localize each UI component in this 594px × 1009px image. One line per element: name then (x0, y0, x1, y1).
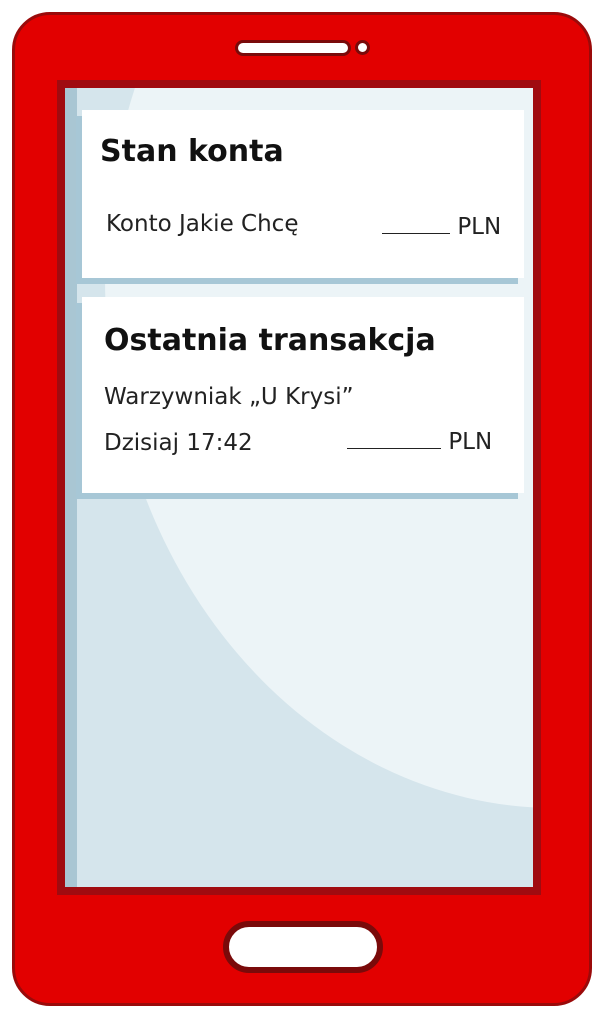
account-name: Konto Jakie Chcę (106, 211, 299, 237)
balance-card-title: Stan konta (100, 134, 284, 169)
balance-amount-blank (382, 211, 450, 234)
last-transaction-title: Ostatnia transakcja (104, 323, 436, 358)
transaction-amount-blank (347, 426, 441, 449)
balance-currency: PLN (457, 214, 502, 240)
transaction-currency: PLN (448, 429, 493, 455)
balance-card[interactable]: Stan konta Konto Jakie Chcę PLN (82, 110, 524, 278)
last-transaction-card[interactable]: Ostatnia transakcja Warzywniak „U Krysi”… (82, 297, 524, 493)
transaction-datetime: Dzisiaj 17:42 (104, 430, 253, 456)
transaction-amount: PLN (347, 426, 492, 455)
speaker-slot (235, 40, 351, 56)
balance-amount: PLN (382, 211, 501, 240)
screen-inner-shade (65, 88, 77, 887)
home-button[interactable] (223, 921, 383, 973)
transaction-merchant: Warzywniak „U Krysi” (104, 384, 354, 410)
camera-dot (355, 40, 370, 55)
